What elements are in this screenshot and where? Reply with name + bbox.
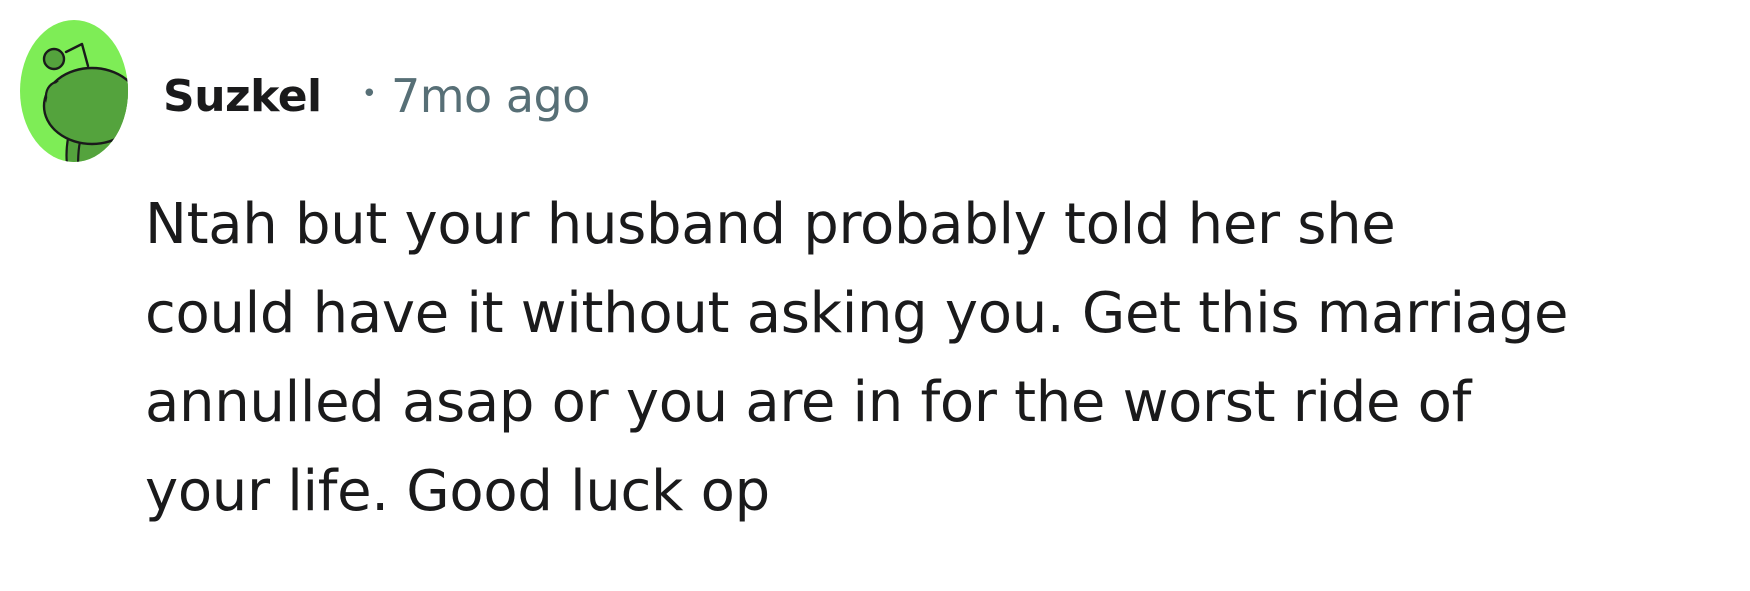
comment-timestamp[interactable]: 7mo ago [391, 69, 590, 123]
comment-body: Ntah but your husband probably told her … [145, 180, 1745, 536]
snoo-avatar-icon [20, 20, 128, 162]
comment-meta: Suzkel • 7mo ago [163, 66, 590, 126]
meta-separator: • [361, 79, 377, 109]
comment-body-line: could have it without asking you. Get th… [145, 281, 1569, 346]
comment: Suzkel • 7mo ago Ntah but your husband p… [0, 0, 1750, 591]
user-avatar[interactable] [20, 20, 128, 162]
comment-body-line: your life. Good luck op [145, 459, 770, 524]
author-username[interactable]: Suzkel [163, 71, 322, 122]
comment-body-line: annulled asap or you are in for the wors… [145, 370, 1472, 435]
comment-body-line: Ntah but your husband probably told her … [145, 192, 1396, 257]
